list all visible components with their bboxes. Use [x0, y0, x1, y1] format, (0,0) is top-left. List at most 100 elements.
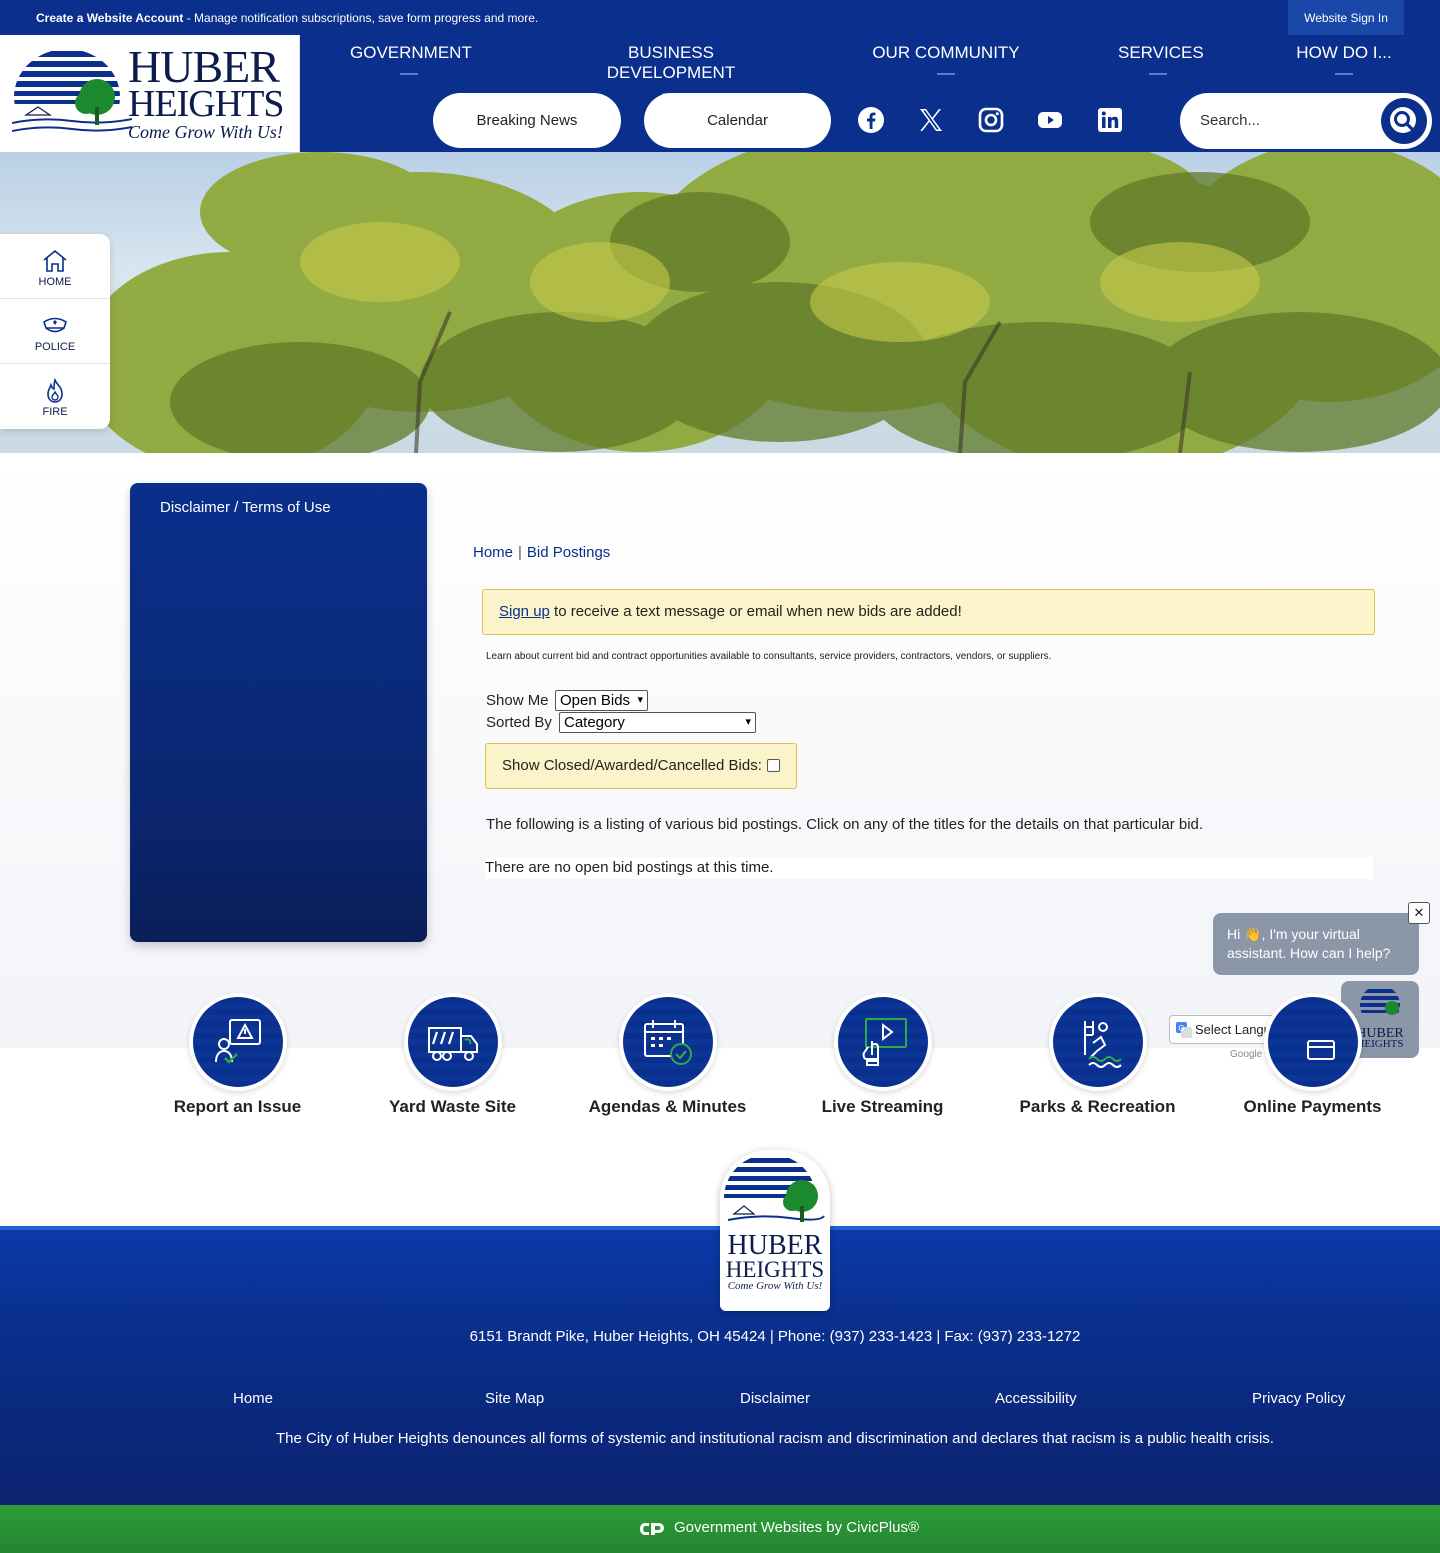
feature-circle: [1048, 993, 1147, 1091]
logo-emblem-icon: [12, 49, 132, 145]
quick-link-home[interactable]: HOME: [0, 234, 110, 299]
nav-label: GOVERNMENT: [350, 43, 472, 62]
footer-logo-line-1: HUBER: [727, 1230, 823, 1261]
feature-circle: [833, 993, 932, 1091]
show-closed-label: Show Closed/Awarded/Cancelled Bids:: [502, 757, 762, 774]
feature-circle-inner: [622, 997, 713, 1087]
search-icon: [1390, 107, 1416, 133]
feature-label: Report an Issue: [173, 1097, 302, 1116]
nav-label: SERVICES: [1118, 43, 1204, 62]
nav-indicator: [1149, 73, 1167, 75]
feature-circle: [403, 993, 502, 1091]
quick-link-fire[interactable]: FIRE: [0, 364, 110, 429]
calendar-check-icon: [643, 1020, 692, 1065]
nav-government[interactable]: GOVERNMENT: [350, 43, 472, 75]
fire-icon: [47, 378, 63, 403]
footer-link-site-map[interactable]: Site Map: [485, 1390, 544, 1407]
quick-link-police[interactable]: POLICE: [0, 299, 110, 364]
footer-link-accessibility[interactable]: Accessibility: [995, 1390, 1077, 1407]
breaking-news-button[interactable]: Breaking News: [433, 93, 621, 148]
quick-links-panel: HOME POLICE FIRE: [0, 234, 110, 429]
nav-services[interactable]: SERVICES: [1118, 43, 1204, 75]
feature-circle-inner: [1052, 997, 1143, 1087]
nav-how-do-i[interactable]: HOW DO I...: [1296, 43, 1392, 75]
logo-tagline: Come Grow With Us!: [128, 122, 283, 142]
feature-label: Live Streaming: [821, 1097, 944, 1116]
create-account-link[interactable]: Create a Website Account: [36, 11, 183, 25]
close-icon[interactable]: ✕: [1408, 902, 1430, 924]
sign-up-link[interactable]: Sign up: [499, 603, 550, 620]
linkedin-icon[interactable]: [1096, 106, 1124, 134]
nav-business-development[interactable]: BUSINESS DEVELOPMENT: [568, 43, 774, 95]
feature-circle: [618, 993, 717, 1091]
search-button[interactable]: [1381, 98, 1427, 144]
footer-link-home[interactable]: Home: [233, 1390, 273, 1407]
feature-circle-inner: [192, 997, 283, 1087]
site-header: HUBER HEIGHTS Come Grow With Us! GOVERNM…: [0, 35, 1440, 152]
live-stream-icon: [862, 1018, 907, 1066]
feature-label: Online Payments: [1243, 1097, 1382, 1116]
quick-link-label: FIRE: [42, 406, 68, 418]
nav-label: HOW DO I...: [1296, 43, 1392, 62]
nav-our-community[interactable]: OUR COMMUNITY: [872, 43, 1020, 75]
chat-bubble[interactable]: Hi 👋, I'm your virtual assistant. How ca…: [1213, 913, 1419, 975]
truck-icon: [427, 1027, 478, 1061]
footer-logo-tagline: Come Grow With Us!: [727, 1280, 823, 1292]
sorted-by-label: Sorted By: [486, 714, 552, 731]
footer-logo-line-2: HEIGHTS: [725, 1257, 825, 1282]
bid-intro-text: Learn about current bid and contract opp…: [486, 651, 1052, 662]
footer-logo-emblem-icon: [724, 1154, 825, 1230]
create-account-message[interactable]: Create a Website Account - Manage notifi…: [36, 11, 538, 25]
youtube-icon[interactable]: [1036, 106, 1064, 134]
footer-link-privacy-policy[interactable]: Privacy Policy: [1252, 1390, 1345, 1407]
sidebar-item-disclaimer[interactable]: Disclaimer / Terms of Use: [160, 499, 331, 516]
site-logo[interactable]: HUBER HEIGHTS Come Grow With Us!: [0, 35, 300, 152]
civicplus-logo-icon[interactable]: [639, 1521, 665, 1537]
top-bar: Create a Website Account - Manage notifi…: [0, 0, 1440, 35]
feature-parks-recreation[interactable]: Parks & Recreation: [990, 993, 1205, 1117]
breadcrumb-home[interactable]: Home: [473, 544, 513, 561]
quick-link-label: POLICE: [34, 341, 76, 353]
facebook-icon[interactable]: [857, 106, 885, 134]
sorted-by-select[interactable]: Category ▾: [559, 712, 756, 733]
feature-online-payments[interactable]: Online Payments: [1205, 993, 1420, 1117]
nav-indicator: [1335, 73, 1353, 75]
civicplus-credit[interactable]: Government Websites by CivicPlus®: [674, 1519, 919, 1536]
calendar-button[interactable]: Calendar: [644, 93, 831, 148]
show-me-select[interactable]: Open Bids ▾: [555, 690, 648, 711]
footer-link-disclaimer[interactable]: Disclaimer: [740, 1390, 810, 1407]
feature-agendas-minutes[interactable]: Agendas & Minutes: [560, 993, 775, 1117]
breadcrumb-current[interactable]: Bid Postings: [527, 544, 610, 561]
website-sign-in-button[interactable]: Website Sign In: [1288, 0, 1404, 35]
footer-logo[interactable]: HUBER HEIGHTS Come Grow With Us!: [720, 1150, 830, 1311]
tree-canopy-image: [80, 152, 1440, 453]
show-closed-checkbox[interactable]: [767, 759, 780, 772]
feature-label: Agendas & Minutes: [588, 1097, 747, 1116]
feature-circle: [1263, 993, 1362, 1091]
nav-indicator: [937, 73, 955, 75]
online-payment-icon: [1306, 1040, 1335, 1060]
logo-line-1: HUBER: [128, 41, 280, 92]
feature-yard-waste[interactable]: Yard Waste Site: [345, 993, 560, 1117]
listing-description: The following is a listing of various bi…: [486, 816, 1204, 833]
feature-report-issue[interactable]: Report an Issue: [130, 993, 345, 1117]
quick-link-label: HOME: [38, 276, 72, 288]
footer-address: 6151 Brandt Pike, Huber Heights, OH 4542…: [469, 1328, 1081, 1345]
logo-line-2: HEIGHTS: [128, 83, 285, 125]
instagram-icon[interactable]: [977, 106, 1005, 134]
search-placeholder: Search...: [1200, 112, 1261, 129]
x-icon[interactable]: [917, 106, 945, 134]
search-input[interactable]: Search...: [1180, 93, 1432, 149]
home-icon: [43, 249, 67, 272]
feature-circle-inner: [407, 997, 498, 1087]
show-me-value: Open Bids: [560, 692, 631, 709]
sorted-by-value: Category: [564, 714, 625, 731]
footer-statement: The City of Huber Heights denounces all …: [276, 1430, 1274, 1447]
show-closed-bids-box: Show Closed/Awarded/Cancelled Bids:: [485, 743, 797, 789]
sidebar: Disclaimer / Terms of Use: [130, 483, 427, 942]
feature-live-streaming[interactable]: Live Streaming: [775, 993, 990, 1117]
no-bids-message: There are no open bid postings at this t…: [485, 857, 1373, 879]
feature-label: Yard Waste Site: [389, 1097, 516, 1116]
nav-indicator: [400, 73, 418, 75]
chevron-down-icon: ▾: [745, 716, 751, 728]
